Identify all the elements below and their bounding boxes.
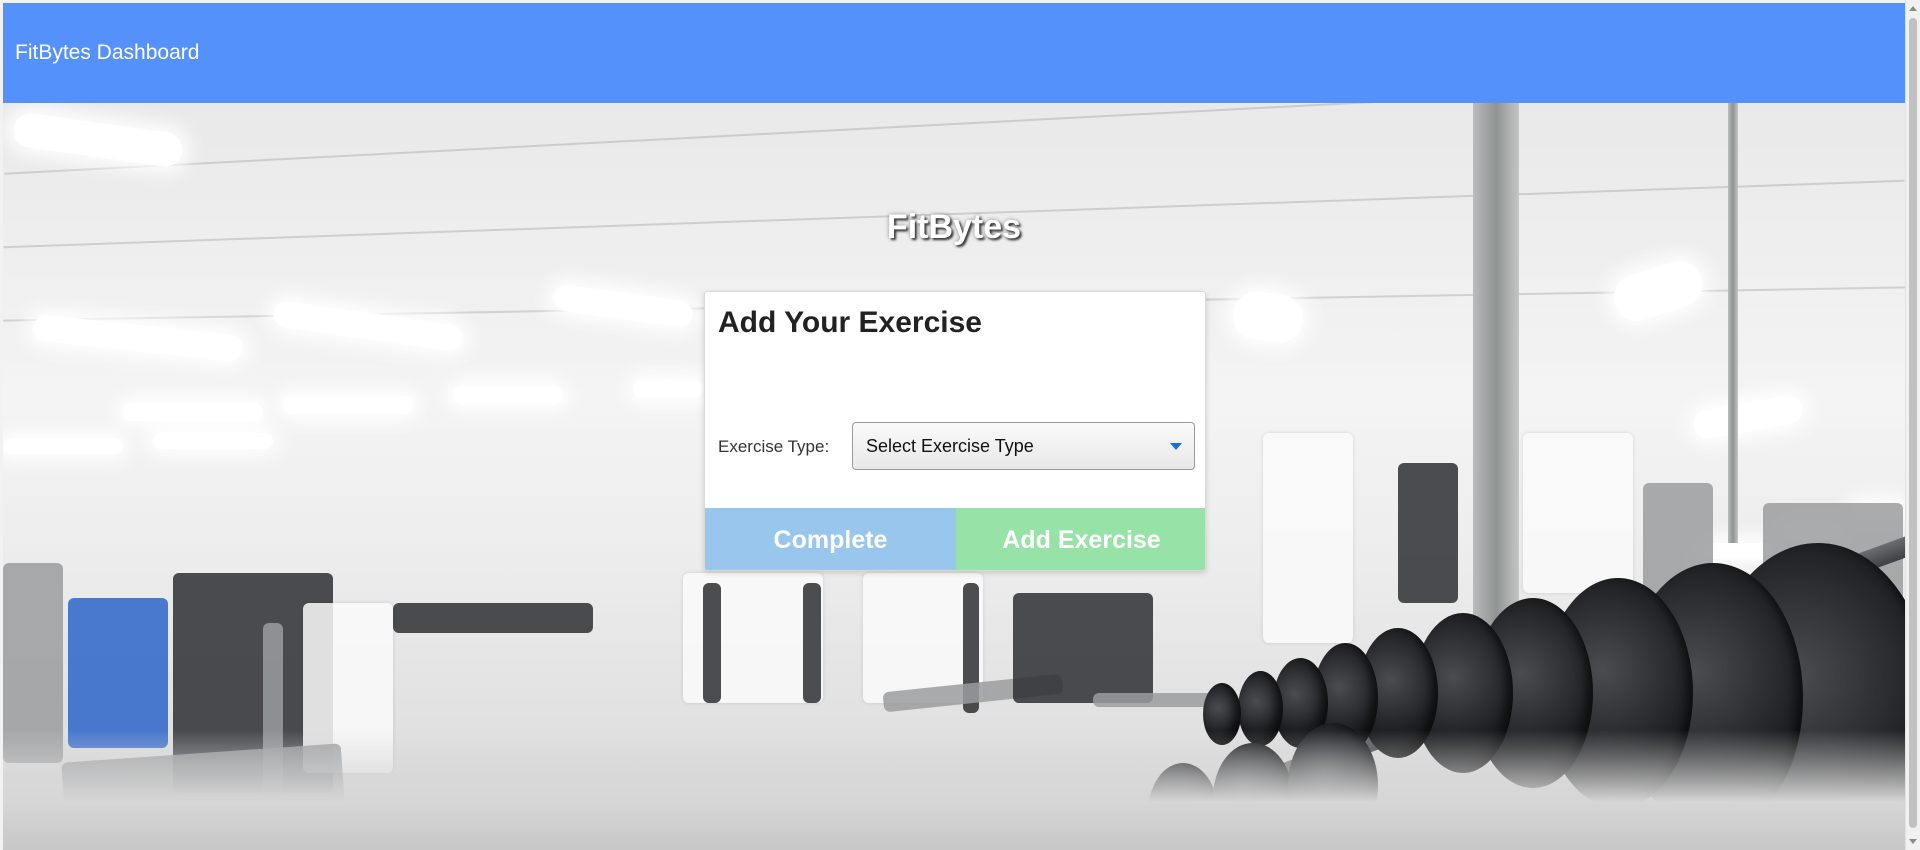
ceiling-light — [551, 283, 695, 329]
scrollbar-thumb[interactable] — [1909, 18, 1917, 828]
exercise-type-select[interactable]: Select Exercise Type — [852, 422, 1195, 470]
ceiling-light — [123, 403, 263, 421]
top-navbar: FitBytes Dashboard — [3, 3, 1905, 103]
dashboard-title[interactable]: FitBytes Dashboard — [15, 41, 199, 65]
ceiling-light — [32, 314, 244, 362]
ceiling-light — [153, 433, 273, 449]
brand-title: FitBytes — [886, 208, 1022, 246]
caret-down-icon — [1170, 443, 1182, 450]
ceiling-light — [3, 438, 123, 454]
pillar — [1728, 103, 1738, 543]
ceiling-light — [1608, 255, 1708, 327]
ceiling-light — [453, 386, 563, 404]
scroll-up-arrow-icon[interactable] — [1909, 6, 1917, 11]
page: FitBytes Dashboard FitBytes Add Your Exe… — [0, 0, 1920, 850]
gym-machine — [803, 583, 821, 703]
ceiling-light — [283, 396, 413, 414]
gym-machine — [1398, 463, 1458, 603]
complete-button[interactable]: Complete — [705, 508, 956, 570]
gym-machine — [703, 583, 721, 703]
ceiling-light — [272, 299, 464, 353]
exercise-type-selected-value: Select Exercise Type — [866, 435, 1034, 456]
gym-background-image: FitBytes Add Your Exercise Exercise Type… — [3, 103, 1905, 850]
pillar — [1473, 103, 1519, 663]
ceiling-light — [1691, 393, 1805, 441]
gym-machine — [393, 603, 593, 633]
gym-machine — [1013, 593, 1153, 703]
ceiling-light — [633, 380, 703, 398]
card-title: Add Your Exercise — [718, 306, 982, 339]
gym-machine — [68, 598, 168, 748]
ceiling-line — [4, 103, 1904, 175]
scroll-down-arrow-icon[interactable] — [1909, 839, 1917, 844]
exercise-type-label: Exercise Type: — [718, 437, 830, 456]
gym-machine — [1263, 433, 1353, 643]
add-exercise-button[interactable]: Add Exercise — [956, 508, 1205, 570]
ceiling-light — [11, 111, 185, 169]
add-exercise-card: Add Your Exercise Exercise Type: Select … — [704, 291, 1206, 571]
vertical-scrollbar[interactable] — [1905, 0, 1920, 850]
floor — [3, 730, 1905, 850]
gym-machine — [1523, 433, 1633, 593]
